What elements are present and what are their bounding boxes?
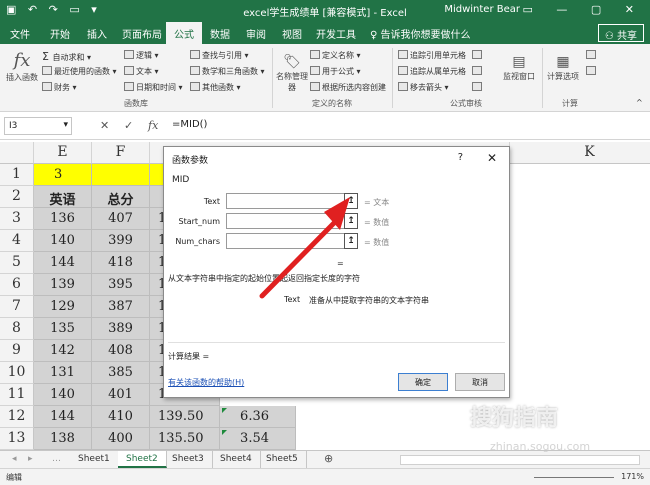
status-mode: 编辑: [6, 473, 22, 482]
horizontal-scrollbar[interactable]: [400, 455, 640, 465]
sheet-nav-next-icon[interactable]: ▸: [20, 451, 41, 468]
status-bar: 编辑 171%: [0, 468, 650, 485]
arrow-shaft: [259, 219, 338, 299]
watermark-text: 搜狗指南: [470, 406, 559, 431]
zoom-level[interactable]: 171%: [621, 472, 644, 481]
sheet-tab-2[interactable]: Sheet2: [118, 451, 167, 468]
arrow-head: [324, 197, 350, 230]
sheet-tab-4[interactable]: Sheet4: [212, 451, 261, 468]
watermark-url: zhinan.sogou.com: [490, 440, 591, 453]
sheet-nav-more-icon[interactable]: …: [44, 451, 69, 468]
sheet-tab-5[interactable]: Sheet5: [258, 451, 307, 468]
sheet-tab-3[interactable]: Sheet3: [164, 451, 213, 468]
sheet-tab-1[interactable]: Sheet1: [70, 451, 119, 468]
add-sheet-icon[interactable]: ⊕: [324, 452, 333, 465]
zoom-slider[interactable]: [534, 477, 614, 478]
